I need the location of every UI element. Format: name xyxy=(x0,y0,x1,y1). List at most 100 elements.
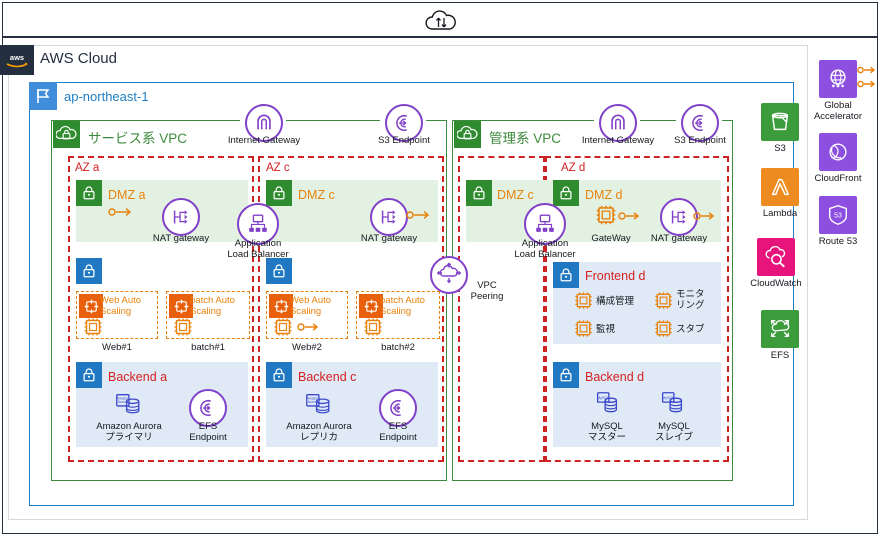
subnet-dmz-c2-label: DMZ c xyxy=(497,188,534,202)
asg-batch2-title-line2: Scaling xyxy=(380,306,412,317)
internet-cloud-icon xyxy=(424,8,458,34)
az-a-label: AZ a xyxy=(75,162,100,174)
mysql-slave-caption: MySQL スレイブ xyxy=(640,421,708,443)
asg-batch2-title: batch Auto Scaling xyxy=(380,295,438,317)
internet-gateway-service-label: Internet Gateway xyxy=(227,135,301,146)
ec2-instance-icon xyxy=(272,316,294,343)
subnet-lock-icon xyxy=(553,262,579,288)
aws-logo: aws xyxy=(0,45,34,75)
efs-endpoint-a-label-line1: EFS xyxy=(198,421,218,432)
asg-web2-title: Web Auto Scaling xyxy=(290,295,346,317)
subnet-lock-icon xyxy=(553,362,579,388)
subnet-lock-icon xyxy=(76,362,102,388)
mysql-master-icon: MySQL xyxy=(592,389,622,424)
frontend-instance-kousei xyxy=(573,290,594,316)
subnet-dmz-d-label: DMZ d xyxy=(585,188,623,202)
gateway-d-instance xyxy=(594,203,618,232)
alb-d-label-line2: Load Balancer xyxy=(514,249,576,260)
aurora-a-label-line2: プライマリ xyxy=(105,432,153,443)
cloudfront-icon xyxy=(819,133,857,171)
gateway-d-route-arrow-icon xyxy=(618,209,644,228)
asg-batch1-title-line2: Scaling xyxy=(190,306,222,317)
vpc-service-label: サービス系 VPC xyxy=(88,131,188,146)
mysql-master-line1: MySQL xyxy=(591,421,623,432)
asg-batch1-caption: batch#1 xyxy=(191,342,225,353)
subnet-lock-icon xyxy=(266,258,292,284)
asg-web1-title: Web Auto Scaling xyxy=(100,295,156,317)
architecture-diagram: aws AWS Cloud ap-northeast-1 サービス系 VPC I… xyxy=(0,0,880,536)
mysql-master-line2: マスター xyxy=(587,432,626,443)
vpc-mgmt-label: 管理系 VPC xyxy=(489,131,562,146)
mysql-slave-line1: MySQL xyxy=(658,421,690,432)
frontend-instance-monitoring-label: モニタ リング xyxy=(676,289,705,311)
subnet-dmz-a-label: DMZ a xyxy=(108,188,146,202)
amazon-aurora-icon: Amazon Aurora xyxy=(113,390,143,425)
vpc-peering-caption: VPC Peering xyxy=(462,280,512,302)
ga-label-line1: Global xyxy=(824,100,852,111)
s3-endpoint-mgmt-label: S3 Endpoint xyxy=(674,135,726,146)
service-efs-label: EFS xyxy=(770,350,790,361)
subnet-lock-icon xyxy=(466,180,492,206)
amazon-aurora-icon: Amazon Aurora xyxy=(303,390,333,425)
az-c-label: AZ c xyxy=(266,162,290,174)
efs-endpoint-a-caption: EFS Endpoint xyxy=(178,421,238,443)
region-label: ap-northeast-1 xyxy=(64,89,149,104)
efs-endpoint-c-caption: EFS Endpoint xyxy=(368,421,428,443)
frontend-instance-kanshi-label: 監視 xyxy=(596,324,616,335)
ec2-instance-icon xyxy=(172,316,194,343)
frontend-instance-kousei-label: 構成管理 xyxy=(596,296,635,307)
route53-icon: 53 xyxy=(819,196,857,234)
gateway-d-label: GateWay xyxy=(591,233,631,244)
frontend-monitoring-line1: モニタ xyxy=(676,289,705,300)
lambda-icon xyxy=(761,168,799,206)
frontend-instance-stub xyxy=(653,318,674,344)
asg-batch1-title: batch Auto Scaling xyxy=(190,295,248,317)
frontend-instance-kanshi xyxy=(573,318,594,344)
subnet-dmz-c-label: DMZ c xyxy=(298,188,335,202)
svg-text:53: 53 xyxy=(834,212,842,219)
alb-ac-label-line1: Application xyxy=(234,238,282,249)
alb-ac-caption: Application Load Balancer xyxy=(216,238,300,260)
service-cloudfront: CloudFront xyxy=(800,133,876,184)
asg-batch2-caption: batch#2 xyxy=(381,342,415,353)
asg-web2-title-line2: Scaling xyxy=(290,306,322,317)
az-d-label: AZ d xyxy=(561,162,586,174)
nat-d-route-arrow-icon xyxy=(693,209,719,228)
global-accelerator-icon xyxy=(819,60,857,98)
alb-d-caption: Application Load Balancer xyxy=(503,238,587,260)
efs-endpoint-c-label-line1: EFS xyxy=(388,421,408,432)
asg-web1-title-line1: Web Auto xyxy=(100,295,142,306)
asg-web1-caption: Web#1 xyxy=(102,342,132,353)
mysql-master-caption: MySQL マスター xyxy=(573,421,641,443)
efs-endpoint-a-label-line2: Endpoint xyxy=(189,432,227,443)
nat-gateway-a-label: NAT gateway xyxy=(152,233,210,244)
nat-gateway-d-label: NAT gateway xyxy=(650,233,708,244)
subnet-frontend-d-label: Frontend d xyxy=(585,269,646,283)
aurora-c-label-line2: レプリカ xyxy=(299,432,338,443)
svg-text:aws: aws xyxy=(10,53,24,62)
mysql-slave-line2: スレイブ xyxy=(654,432,693,443)
region-flag-icon xyxy=(29,82,57,110)
top-divider xyxy=(2,36,878,38)
service-cloudfront-label: CloudFront xyxy=(814,173,862,184)
ec2-instance-icon xyxy=(82,316,104,343)
subnet-lock-icon xyxy=(76,180,102,206)
vpc-service-icon xyxy=(53,121,80,148)
frontend-instance-monitoring xyxy=(653,290,674,316)
ec2-instance-icon xyxy=(362,316,384,343)
mysql-slave-icon: MySQL xyxy=(657,389,687,424)
vpc-peering-line1: VPC xyxy=(477,280,497,291)
dmz-a-route-arrow-icon xyxy=(108,205,136,224)
subnet-lock-icon xyxy=(266,362,292,388)
vpc-peering-line2: Peering xyxy=(470,291,504,302)
asg-web2-title-line1: Web Auto xyxy=(290,295,332,306)
vpc-mgmt-icon xyxy=(454,121,481,148)
internet-gateway-mgmt-label: Internet Gateway xyxy=(581,135,655,146)
dmz-c-route-arrow-icon xyxy=(406,208,434,227)
aurora-c-caption: Amazon Aurora レプリカ xyxy=(272,421,366,443)
asg-web2-caption: Web#2 xyxy=(292,342,322,353)
alb-d-label-line1: Application xyxy=(521,238,569,249)
service-cloudwatch-label: CloudWatch xyxy=(750,278,802,289)
nat-gateway-icon xyxy=(162,198,200,236)
asg-web1-title-line2: Scaling xyxy=(100,306,132,317)
